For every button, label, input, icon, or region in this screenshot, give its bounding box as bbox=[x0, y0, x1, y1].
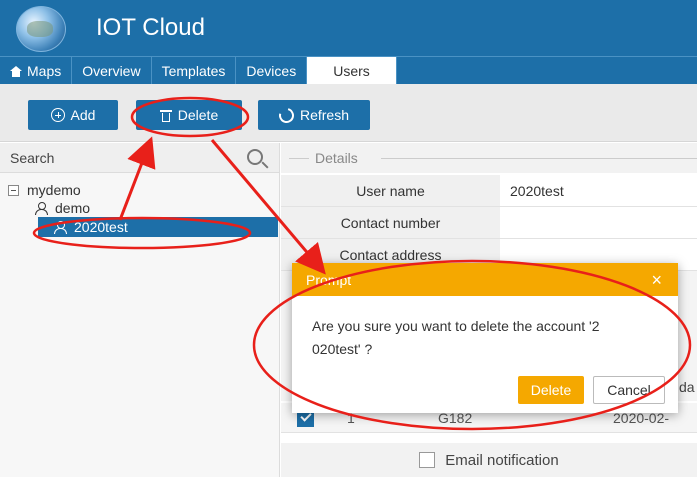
cancel-button[interactable]: Cancel bbox=[593, 376, 665, 404]
details-title: Details bbox=[315, 150, 358, 166]
main-nav: Maps Overview Templates Devices Users bbox=[0, 56, 697, 85]
refresh-button[interactable]: Refresh bbox=[258, 100, 370, 130]
search-icon[interactable] bbox=[247, 149, 263, 165]
tree-node-demo[interactable]: demo bbox=[0, 199, 280, 217]
user-icon bbox=[35, 201, 48, 215]
detail-label: User name bbox=[281, 175, 500, 206]
app-title: IOT Cloud bbox=[96, 14, 205, 41]
tab-users[interactable]: Users bbox=[307, 57, 397, 85]
plus-circle-icon bbox=[50, 108, 65, 122]
delete-button-label: Delete bbox=[177, 107, 219, 123]
tree-node-2020test[interactable]: 2020test bbox=[38, 217, 278, 237]
grid-header-partial: da bbox=[679, 379, 695, 395]
search-label: Search bbox=[10, 150, 55, 166]
dialog-header: Prompt × bbox=[292, 263, 678, 296]
tree-node-root-label: mydemo bbox=[27, 182, 81, 198]
add-button-label: Add bbox=[70, 107, 96, 123]
toolbar: Add Delete Refresh bbox=[0, 84, 697, 142]
home-icon bbox=[10, 65, 22, 77]
email-notification-row[interactable]: Email notification bbox=[281, 443, 697, 477]
confirm-dialog: Prompt × Are you sure you want to delete… bbox=[292, 263, 678, 413]
contact-number-field[interactable] bbox=[500, 207, 697, 238]
email-notification-checkbox[interactable] bbox=[419, 452, 436, 468]
tab-users-label: Users bbox=[333, 63, 370, 79]
close-icon[interactable]: × bbox=[651, 270, 662, 291]
user-icon bbox=[54, 220, 67, 234]
username-field[interactable]: 2020test bbox=[500, 175, 697, 206]
tab-devices-label: Devices bbox=[246, 63, 297, 79]
refresh-button-label: Refresh bbox=[299, 107, 350, 123]
user-tree-panel: Search mydemo demo 2020test bbox=[0, 143, 280, 477]
detail-row-username: User name 2020test bbox=[281, 175, 697, 207]
dialog-message: Are you sure you want to delete the acco… bbox=[312, 318, 600, 357]
tree-node-root[interactable]: mydemo bbox=[0, 181, 280, 199]
dialog-title: Prompt bbox=[306, 271, 352, 288]
globe-icon bbox=[16, 6, 66, 52]
tree-node-demo-label: demo bbox=[55, 200, 91, 216]
app-header: IOT Cloud bbox=[0, 0, 697, 56]
tab-maps[interactable]: Maps bbox=[0, 57, 73, 85]
tab-overview-label: Overview bbox=[82, 63, 141, 79]
collapse-icon[interactable] bbox=[8, 184, 19, 196]
email-notification-label: Email notification bbox=[445, 451, 559, 469]
add-button[interactable]: Add bbox=[28, 100, 118, 130]
tab-devices[interactable]: Devices bbox=[236, 57, 308, 85]
user-tree: mydemo demo 2020test bbox=[0, 181, 280, 237]
tab-maps-label: Maps bbox=[27, 63, 62, 79]
tab-overview[interactable]: Overview bbox=[72, 57, 152, 85]
confirm-delete-button[interactable]: Delete bbox=[518, 376, 584, 404]
detail-row-contact-number: Contact number bbox=[281, 207, 697, 239]
tab-templates-label: Templates bbox=[161, 63, 226, 79]
tab-templates[interactable]: Templates bbox=[152, 57, 237, 85]
detail-label: Contact number bbox=[281, 207, 500, 238]
tree-node-2020test-label: 2020test bbox=[74, 219, 128, 235]
refresh-icon bbox=[276, 104, 297, 126]
search-bar[interactable]: Search bbox=[0, 143, 279, 173]
trash-icon bbox=[159, 109, 172, 122]
details-legend: Details bbox=[281, 143, 697, 173]
delete-button[interactable]: Delete bbox=[136, 100, 242, 130]
